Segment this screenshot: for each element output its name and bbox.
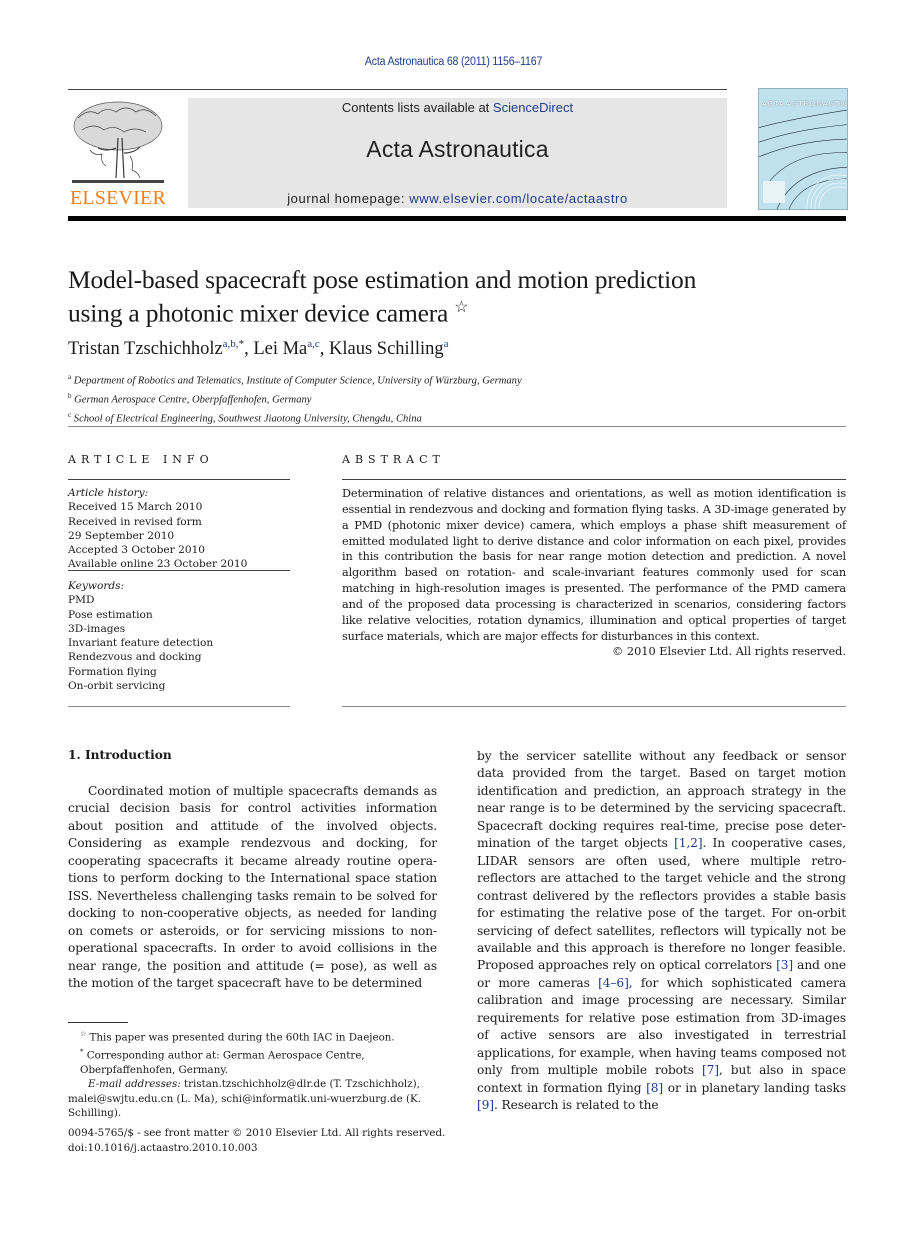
- front-matter: 0094-5765/$ - see front matter © 2010 El…: [68, 1126, 448, 1155]
- title-line-1: Model-based spacecraft pose estimation a…: [68, 265, 697, 294]
- history-label: Article history:: [68, 487, 149, 499]
- footnote-corresponding-author: * Corresponding author at: German Aerosp…: [80, 1047, 365, 1076]
- journal-homepage-link[interactable]: www.elsevier.com/locate/actaastro: [409, 191, 628, 206]
- author-2-affiliation-link[interactable]: a,c: [307, 338, 320, 350]
- history-item: Received in revised form: [68, 515, 202, 528]
- elsevier-wordmark: ELSEVIER: [69, 187, 167, 209]
- article-info-rule-mid: [68, 570, 290, 571]
- keyword-item: Formation flying: [68, 665, 157, 678]
- author-3: Klaus Schillinga: [329, 338, 449, 360]
- article-info-heading: ARTICLE INFO: [68, 453, 214, 466]
- header-top-rule: [68, 89, 727, 90]
- affiliation-divider: [68, 426, 846, 427]
- journal-citation[interactable]: Acta Astronautica 68 (2011) 1156–1167: [36, 56, 870, 68]
- front-matter-copyright: 0094-5765/$ - see front matter © 2010 El…: [68, 1127, 446, 1139]
- elsevier-logo: ELSEVIER: [68, 98, 168, 210]
- author-1-affiliation-link[interactable]: a,b,: [223, 338, 239, 350]
- history-item: Received 15 March 2010: [68, 501, 203, 514]
- abstract-heading: ABSTRACT: [342, 453, 445, 466]
- keyword-item: PMD: [68, 594, 95, 607]
- footnotes: ☆ This paper was presented during the 60…: [68, 1027, 437, 1121]
- cover-publisher-box: [763, 181, 785, 203]
- affiliations: a Department of Robotics and Telematics,…: [68, 370, 522, 427]
- body-text: , for which sophisti­cated camera calibr…: [477, 975, 846, 1078]
- affiliation-c: c School of Electrical Engineering, Sout…: [68, 411, 422, 425]
- keywords-label: Keywords:: [68, 580, 125, 592]
- article-info-rule-top: [68, 479, 290, 480]
- reference-link[interactable]: [9]: [477, 1098, 494, 1112]
- article-info-rule-bottom: [68, 706, 290, 707]
- keyword-item: Rendezvous and docking: [68, 651, 202, 664]
- intro-paragraph-left: Coordinated motion of multiple spacecraf…: [68, 784, 437, 990]
- journal-title: Acta Astronautica: [366, 136, 549, 162]
- author-3-affiliation-link[interactable]: a: [444, 338, 449, 350]
- reference-link[interactable]: [7]: [702, 1063, 719, 1077]
- keyword-item: Pose estimation: [68, 608, 153, 621]
- reference-link[interactable]: [3]: [776, 958, 793, 972]
- contents-line: Contents lists available at ScienceDirec…: [188, 100, 727, 115]
- keywords: Keywords: PMD Pose estimation 3D-images …: [68, 579, 290, 693]
- cover-contour-graphic: [759, 109, 847, 209]
- affiliation-a: a Department of Robotics and Telematics,…: [68, 373, 522, 387]
- header-thick-rule: [68, 216, 846, 221]
- logo-ground-line: [72, 180, 164, 183]
- author-list: Tristan Tzschichholza,b,*, Lei Maa,c, Kl…: [68, 338, 449, 360]
- homepage-prefix: journal homepage:: [287, 191, 410, 206]
- sciencedirect-link[interactable]: ScienceDirect: [493, 100, 573, 115]
- history-item: 29 September 2010: [68, 529, 175, 542]
- title-line-2: using a photonic mixer device camera ☆: [68, 298, 469, 328]
- body-text: . Research is related to the: [493, 1098, 659, 1113]
- body-text: or in planetary landing tasks: [663, 1080, 846, 1095]
- body-text: . In cooperative cases, LIDAR sensors ar…: [477, 836, 846, 973]
- reference-link[interactable]: [1,2]: [674, 836, 703, 850]
- abstract-copyright: © 2010 Elsevier Ltd. All rights reserved…: [612, 645, 846, 658]
- keyword-item: On-orbit servicing: [68, 680, 166, 693]
- author-1: Tristan Tzschichholza,b,*,: [68, 338, 254, 360]
- intro-paragraph-right: by the servicer satellite without any fe…: [477, 748, 846, 1115]
- keyword-item: 3D-images: [68, 622, 126, 635]
- affiliation-b: b German Aerospace Centre, Oberpfaffenho…: [68, 392, 312, 406]
- footnote-emails: E-mail addresses: tristan.tzschichholz@d…: [68, 1077, 437, 1121]
- article-history: Article history: Received 15 March 2010 …: [68, 486, 290, 572]
- reference-link[interactable]: [4–6]: [598, 976, 629, 990]
- email-label: E-mail addresses:: [88, 1078, 181, 1091]
- journal-homepage-line: journal homepage: www.elsevier.com/locat…: [188, 191, 727, 206]
- doi[interactable]: doi:10.1016/j.actaastro.2010.10.003: [68, 1141, 448, 1156]
- abstract-rule-bottom: [342, 706, 846, 707]
- abstract-text: Determination of relative distances and …: [342, 487, 846, 643]
- reference-link[interactable]: [8]: [646, 1081, 663, 1095]
- footnote-presentation: ☆ This paper was presented during the 60…: [80, 1030, 395, 1044]
- journal-cover-image: ACTA ASTRONAUTICA: [758, 88, 848, 210]
- title-footnote-star-icon[interactable]: ☆: [454, 299, 468, 316]
- history-item: Accepted 3 October 2010: [68, 544, 206, 557]
- article-title: Model-based spacecraft pose estimation a…: [68, 266, 828, 328]
- elsevier-tree-icon: [72, 101, 164, 183]
- keyword-item: Invariant feature detection: [68, 637, 214, 650]
- author-2: Lei Maa,c,: [253, 338, 330, 360]
- footnote-rule: [68, 1022, 128, 1023]
- contents-prefix: Contents lists available at: [341, 100, 493, 115]
- abstract-rule-top: [342, 479, 846, 480]
- section-heading-introduction: 1. Introduction: [68, 748, 172, 762]
- journal-masthead: Contents lists available at ScienceDirec…: [188, 98, 727, 208]
